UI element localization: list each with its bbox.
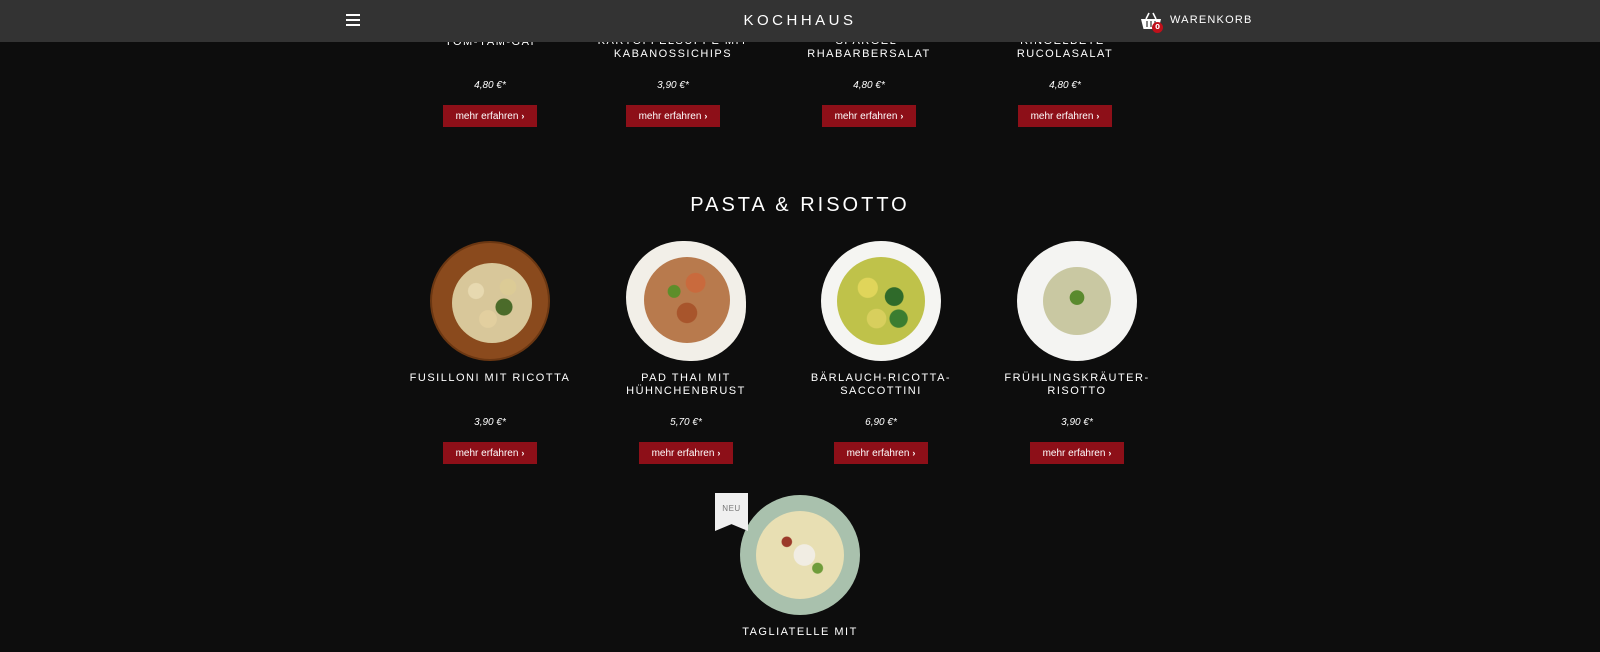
chevron-right-icon: › — [704, 111, 708, 121]
product-price: 3,90 €* — [657, 80, 689, 91]
chevron-right-icon: › — [1108, 448, 1112, 458]
brand-logo[interactable]: KOCHHAUS — [0, 12, 1600, 29]
product-image[interactable] — [626, 241, 746, 361]
new-badge: NEU — [715, 493, 748, 531]
product-price: 3,90 €* — [474, 417, 506, 428]
more-info-button[interactable]: mehr erfahren › — [443, 442, 537, 464]
more-info-button[interactable]: mehr erfahren › — [834, 442, 928, 464]
product-price: 4,80 €* — [474, 80, 506, 91]
product-name[interactable]: PAD THAI MIT HÜHNCHENBRUST — [586, 372, 786, 398]
product-image[interactable] — [821, 241, 941, 361]
product-name[interactable]: BÄRLAUCH-RICOTTA- SACCOTTINI — [781, 372, 981, 398]
more-info-button[interactable]: mehr erfahren › — [822, 105, 916, 127]
chevron-right-icon: › — [717, 448, 721, 458]
product-price: 6,90 €* — [865, 417, 897, 428]
more-info-button[interactable]: mehr erfahren › — [1030, 442, 1124, 464]
more-info-button[interactable]: mehr erfahren › — [1018, 105, 1112, 127]
product-image[interactable] — [1017, 241, 1137, 361]
chevron-right-icon: › — [521, 448, 525, 458]
cart-count-badge: 0 — [1152, 22, 1163, 33]
chevron-right-icon: › — [900, 111, 904, 121]
product-name[interactable]: FRÜHLINGSKRÄUTER- RISOTTO — [977, 372, 1177, 398]
section-title: PASTA & RISOTTO — [690, 194, 910, 216]
more-info-button[interactable]: mehr erfahren › — [443, 105, 537, 127]
product-name[interactable]: FUSILLONI MIT RICOTTA — [390, 372, 590, 385]
chevron-right-icon: › — [521, 111, 525, 121]
product-image[interactable] — [740, 495, 860, 615]
product-price: 3,90 €* — [1061, 417, 1093, 428]
chevron-right-icon: › — [912, 448, 916, 458]
top-navigation-bar: KOCHHAUS 0 WARENKORB — [0, 0, 1600, 42]
product-price: 5,70 €* — [670, 417, 702, 428]
product-price: 4,80 €* — [853, 80, 885, 91]
more-info-button[interactable]: mehr erfahren › — [639, 442, 733, 464]
chevron-right-icon: › — [1096, 111, 1100, 121]
more-info-button[interactable]: mehr erfahren › — [626, 105, 720, 127]
product-price: 4,80 €* — [1049, 80, 1081, 91]
cart-label: WARENKORB — [1170, 14, 1253, 26]
page: KOCHHAUS 0 WARENKORB TOM-YAM-GAI 4,80 €*… — [0, 0, 1600, 652]
product-image[interactable] — [430, 241, 550, 361]
product-name[interactable]: TAGLIATELLE MIT — [700, 626, 900, 639]
